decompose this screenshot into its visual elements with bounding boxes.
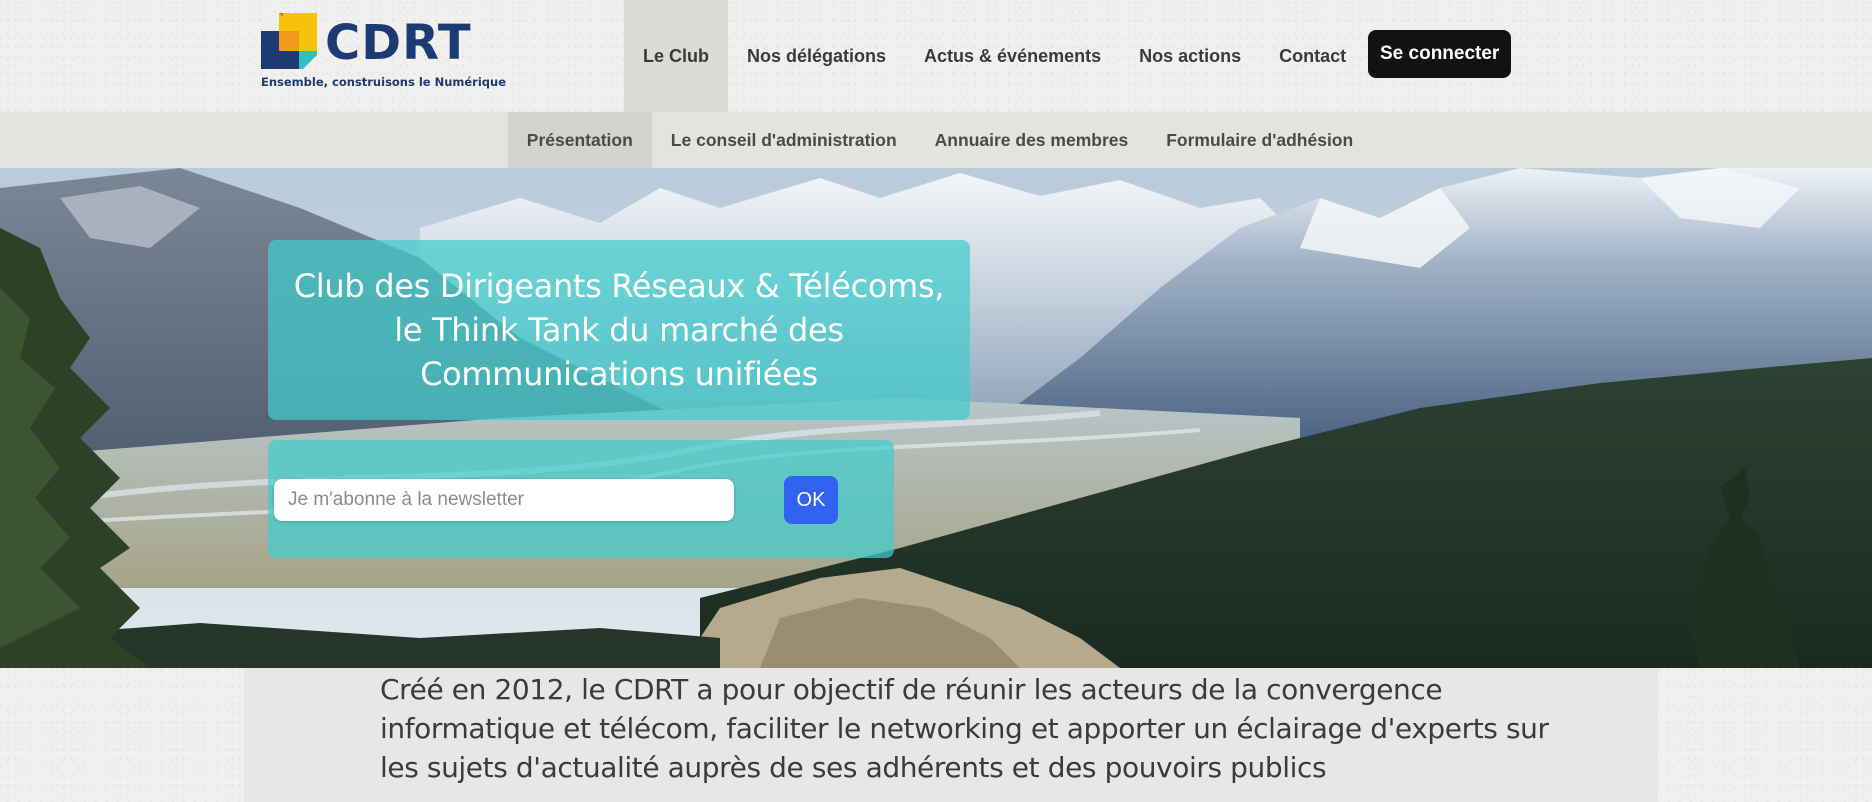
login-button[interactable]: Se connecter [1368, 30, 1512, 78]
cdrt-logo-mark-icon [261, 13, 317, 69]
logo-wordmark: CDRT [325, 15, 472, 71]
hero-title-line-2: le Think Tank du marché des [394, 311, 844, 349]
subnav-item-annuaire-membres[interactable]: Annuaire des membres [916, 112, 1148, 168]
nav-item-contact[interactable]: Contact [1260, 0, 1365, 112]
subnav-item-presentation[interactable]: Présentation [507, 112, 652, 168]
hero-title-line-3: Communications unifiées [420, 355, 818, 393]
subnav-item-conseil-administration[interactable]: Le conseil d'administration [652, 112, 916, 168]
nav-item-le-club[interactable]: Le Club [624, 0, 728, 112]
logo-tagline: Ensemble, construisons le Numérique [261, 75, 507, 89]
newsletter-email-input[interactable] [274, 479, 734, 521]
intro-paragraph: Créé en 2012, le CDRT a pour objectif de… [380, 673, 1549, 784]
cdrt-logo[interactable]: CDRT Ensemble, construisons le Numérique [261, 13, 506, 93]
nav-item-nos-delegations[interactable]: Nos délégations [728, 0, 905, 112]
hero-title-panel: Club des Dirigeants Réseaux & Télécoms, … [268, 240, 970, 420]
main-navigation: Le Club Nos délégations Actus & événemen… [624, 0, 1365, 112]
nav-item-actus-evenements[interactable]: Actus & événements [905, 0, 1120, 112]
site-header: CDRT Ensemble, construisons le Numérique… [0, 0, 1872, 112]
newsletter-submit-button[interactable]: OK [784, 476, 838, 524]
subnav-item-formulaire-adhesion[interactable]: Formulaire d'adhésion [1147, 112, 1372, 168]
hero-title: Club des Dirigeants Réseaux & Télécoms, … [294, 264, 945, 396]
newsletter-form: OK [268, 440, 894, 558]
nav-item-nos-actions[interactable]: Nos actions [1120, 0, 1260, 112]
hero-title-line-1: Club des Dirigeants Réseaux & Télécoms, [293, 267, 945, 305]
hero-banner: Club des Dirigeants Réseaux & Télécoms, … [0, 168, 1872, 668]
intro-section: Créé en 2012, le CDRT a pour objectif de… [244, 668, 1658, 802]
sub-navigation: Présentation Le conseil d'administration… [0, 112, 1872, 168]
